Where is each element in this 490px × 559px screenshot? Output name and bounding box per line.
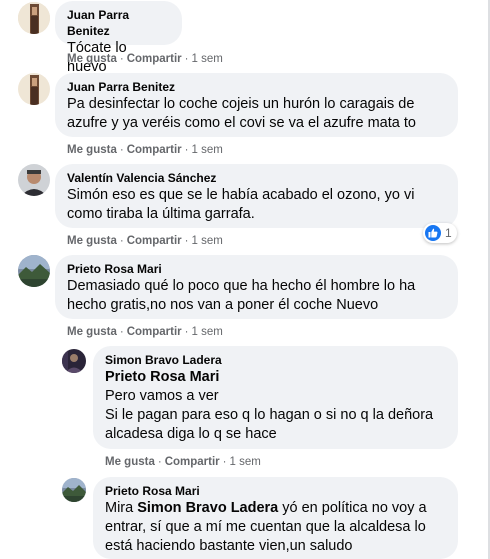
reaction-count[interactable]: 1 — [423, 223, 457, 243]
separator: · — [119, 235, 124, 247]
avatar[interactable] — [18, 2, 50, 34]
reaction-count-text: 1 — [445, 226, 452, 240]
avatar[interactable] — [62, 349, 86, 373]
separator: · — [119, 326, 124, 338]
like-button[interactable]: Me gusta — [67, 326, 117, 338]
comment-bubble: Prieto Rosa Mari Demasiado qué lo poco q… — [55, 255, 458, 319]
timestamp[interactable]: 1 sem — [191, 144, 222, 156]
comment-actions: Me gusta · Compartir · 1 sem — [67, 52, 223, 66]
timestamp[interactable]: 1 sem — [191, 326, 222, 338]
avatar[interactable] — [18, 73, 50, 105]
separator: · — [222, 456, 227, 468]
comment-text: Pa desinfectar lo coche cojeis un hurón … — [67, 96, 419, 131]
comment-text: Simón eso es que se le había acabado el … — [67, 187, 419, 222]
reply-text: Mira Simon Bravo Ladera yó en política n… — [105, 499, 446, 556]
share-button[interactable]: Compartir — [127, 144, 182, 156]
comment-actions: Me gusta · Compartir · 1 sem — [67, 325, 223, 339]
comment-bubble: Juan Parra Benitez Tócate lo huevo — [55, 1, 182, 75]
reply-actions: Me gusta · Compartir · 1 sem — [105, 455, 261, 469]
separator: · — [184, 235, 189, 247]
reply-bubble: Prieto Rosa Mari Mira Simon Bravo Ladera… — [93, 477, 458, 559]
reply-text-prefix: Mira — [105, 500, 138, 516]
share-button[interactable]: Compartir — [127, 326, 182, 338]
separator: · — [119, 53, 124, 65]
comment-actions: Me gusta · Compartir · 1 sem — [67, 234, 223, 248]
avatar[interactable] — [18, 255, 50, 287]
separator: · — [119, 144, 124, 156]
like-icon — [425, 225, 441, 241]
like-button[interactable]: Me gusta — [67, 144, 117, 156]
share-button[interactable]: Compartir — [127, 235, 182, 247]
reply-bubble: Simon Bravo Ladera Prieto Rosa Mari Pero… — [93, 346, 458, 449]
avatar[interactable] — [18, 164, 50, 196]
comment-bubble: Valentín Valencia Sánchez Simón eso es q… — [55, 164, 458, 228]
comment-author[interactable]: Juan Parra Benitez — [67, 79, 446, 95]
separator: · — [184, 326, 189, 338]
timestamp[interactable]: 1 sem — [229, 456, 260, 468]
reply-author[interactable]: Prieto Rosa Mari — [105, 483, 446, 499]
share-button[interactable]: Compartir — [165, 456, 220, 468]
comment-text: Demasiado qué lo poco que ha hecho él ho… — [67, 278, 420, 313]
timestamp[interactable]: 1 sem — [191, 235, 222, 247]
timestamp[interactable]: 1 sem — [191, 53, 222, 65]
like-button[interactable]: Me gusta — [105, 456, 155, 468]
separator: · — [184, 144, 189, 156]
separator: · — [157, 456, 162, 468]
like-button[interactable]: Me gusta — [67, 235, 117, 247]
comment-bubble: Juan Parra Benitez Pa desinfectar lo coc… — [55, 73, 458, 137]
comment-actions: Me gusta · Compartir · 1 sem — [67, 143, 223, 157]
separator: · — [184, 53, 189, 65]
comment-author[interactable]: Juan Parra Benitez — [67, 7, 170, 39]
avatar[interactable] — [62, 478, 86, 502]
mention-link[interactable]: Prieto Rosa Mari — [105, 368, 446, 387]
comment-author[interactable]: Valentín Valencia Sánchez — [67, 170, 446, 186]
share-button[interactable]: Compartir — [127, 53, 182, 65]
reply-text: Pero vamos a ver Si le pagan para eso q … — [105, 388, 434, 442]
comment-author[interactable]: Prieto Rosa Mari — [67, 261, 446, 277]
reply-author[interactable]: Simon Bravo Ladera — [105, 352, 446, 368]
like-button[interactable]: Me gusta — [67, 53, 117, 65]
mention-link[interactable]: Simon Bravo Ladera — [137, 500, 278, 516]
